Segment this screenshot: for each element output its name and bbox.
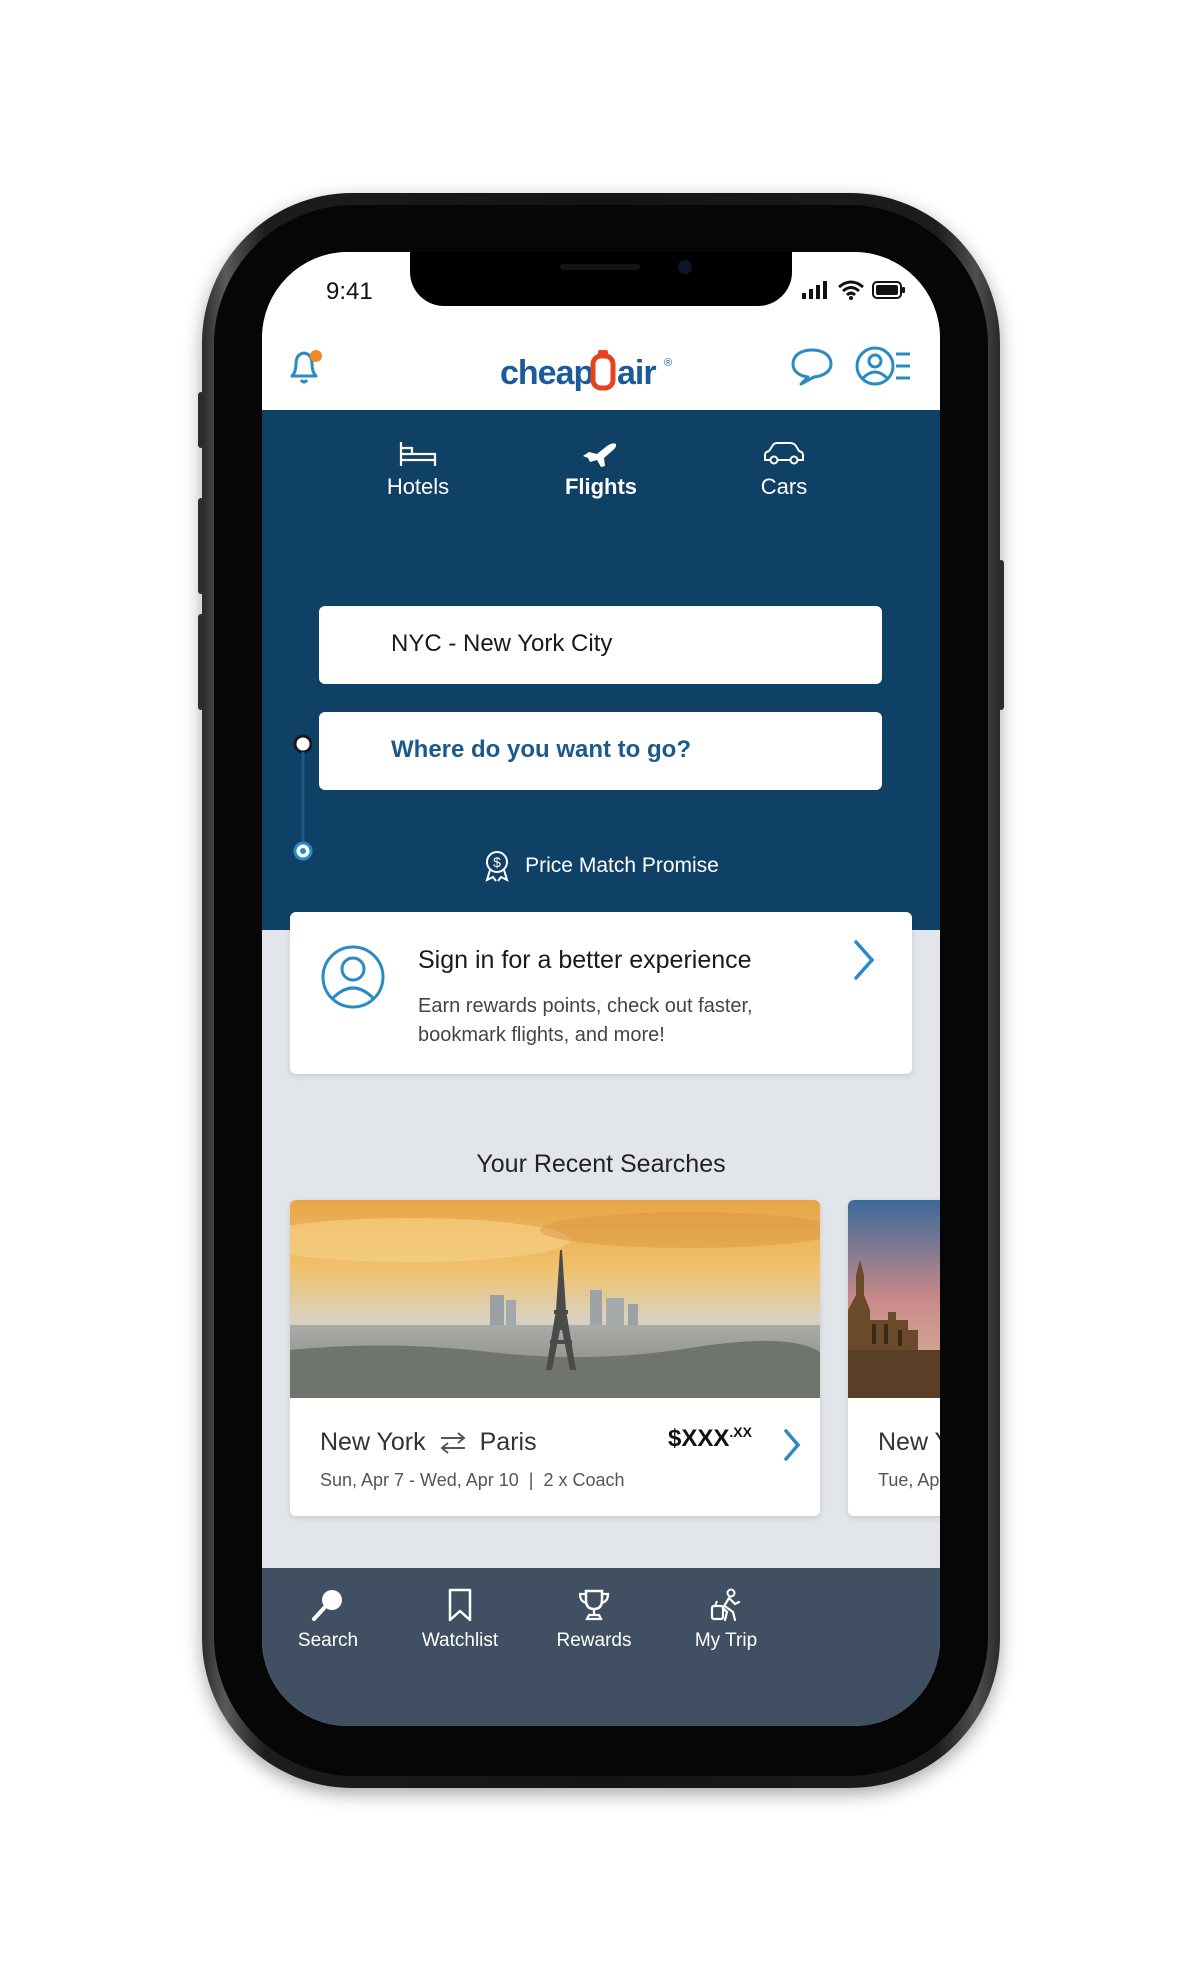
- search-icon: [312, 1590, 342, 1621]
- recent-searches-title: Your Recent Searches: [476, 1150, 726, 1178]
- nav-rewards-label: Rewards: [556, 1630, 632, 1651]
- price-dollars: $XXX: [668, 1425, 730, 1452]
- tab-hotels-label: Hotels: [386, 474, 450, 499]
- paris-photo: [290, 1200, 820, 1398]
- route-from: New York: [320, 1428, 426, 1456]
- nav-watchlist[interactable]: Watchlist: [400, 1588, 520, 1652]
- trip-price: $XXX.XX: [668, 1424, 752, 1453]
- luggage-icon: [710, 1588, 741, 1622]
- round-trip-icon: [440, 1431, 466, 1454]
- nav-search-label: Search: [297, 1630, 359, 1651]
- nav-watchlist-label: Watchlist: [421, 1630, 499, 1651]
- price-cents: .XX: [729, 1424, 752, 1440]
- tab-cars-label: Cars: [760, 474, 808, 499]
- search-panel: Hotels Flights Cars NYC - New York City …: [262, 410, 940, 930]
- svg-text:$: $: [493, 854, 501, 870]
- route-from: New Y: [878, 1428, 940, 1456]
- earpiece-speaker: [560, 264, 640, 270]
- price-match-badge-icon: $: [485, 851, 509, 882]
- wifi-icon: [838, 280, 864, 300]
- tab-cars[interactable]: Cars: [714, 440, 854, 500]
- price-match-label: Price Match Promise: [525, 854, 719, 877]
- app-header: cheap air ®: [262, 330, 940, 410]
- plane-icon: [583, 443, 617, 467]
- london-photo: [848, 1200, 940, 1398]
- battery-icon: [872, 281, 905, 299]
- price-match-promise[interactable]: $ Price Match Promise: [262, 850, 940, 888]
- svg-text:®: ®: [664, 357, 672, 369]
- trip-dates: Tue, Ap: [878, 1470, 940, 1490]
- nav-rewards[interactable]: Rewards: [534, 1588, 654, 1652]
- trophy-icon: [578, 1589, 610, 1621]
- route: New Y: [878, 1428, 940, 1457]
- tab-flights[interactable]: Flights: [531, 440, 671, 500]
- recent-search-card[interactable]: New Y Tue, Ap: [848, 1200, 940, 1516]
- notch: [410, 252, 792, 306]
- destination-field[interactable]: Where do you want to go?: [319, 712, 882, 790]
- origin-field[interactable]: NYC - New York City: [319, 606, 882, 684]
- bookmark-icon: [448, 1588, 472, 1622]
- bed-icon: [399, 442, 437, 466]
- volume-up-button: [198, 498, 204, 594]
- chevron-right-icon[interactable]: [850, 938, 878, 982]
- signin-title: Sign in for a better experience: [418, 946, 752, 974]
- bottom-nav: Search Watchlist Rewards My Trip: [262, 1568, 940, 1726]
- silent-switch: [198, 392, 204, 448]
- cheapoair-logo[interactable]: cheap air ®: [500, 346, 700, 396]
- svg-text:air: air: [617, 354, 656, 392]
- status-time: 9:41: [326, 278, 373, 305]
- nav-my-trip[interactable]: My Trip: [666, 1588, 786, 1652]
- route: New York Paris: [320, 1428, 537, 1457]
- account-menu-icon[interactable]: [854, 344, 912, 388]
- nav-my-trip-label: My Trip: [694, 1630, 758, 1651]
- svg-text:cheap: cheap: [500, 354, 593, 392]
- car-icon: [764, 442, 804, 465]
- front-camera: [678, 260, 692, 274]
- origin-value: NYC - New York City: [391, 630, 613, 657]
- power-button: [998, 560, 1004, 710]
- recent-search-card[interactable]: New York Paris Sun, Apr 7 - Wed, Apr 10 …: [290, 1200, 820, 1516]
- tab-hotels[interactable]: Hotels: [348, 440, 488, 500]
- signin-card[interactable]: Sign in for a better experience Earn rew…: [290, 912, 912, 1074]
- status-icons: [802, 280, 906, 300]
- tab-flights-label: Flights: [564, 474, 638, 499]
- chat-icon[interactable]: [790, 346, 834, 386]
- signin-subtitle: Earn rewards points, check out faster, b…: [418, 995, 753, 1046]
- volume-down-button: [198, 614, 204, 710]
- phone-screen: 9:41 cheap air ® Hotels Flights Cars NYC…: [262, 252, 940, 1726]
- route-connector-icon: [293, 734, 313, 861]
- notification-bell-icon[interactable]: [284, 344, 328, 388]
- destination-placeholder: Where do you want to go?: [391, 736, 691, 763]
- nav-search[interactable]: Search: [268, 1588, 388, 1652]
- trip-dates: Sun, Apr 7 - Wed, Apr 10 | 2 x Coach: [320, 1470, 625, 1490]
- chevron-right-icon[interactable]: [782, 1428, 802, 1462]
- route-to: Paris: [479, 1428, 537, 1456]
- user-avatar-icon: [321, 945, 385, 1009]
- signal-icon: [802, 281, 827, 299]
